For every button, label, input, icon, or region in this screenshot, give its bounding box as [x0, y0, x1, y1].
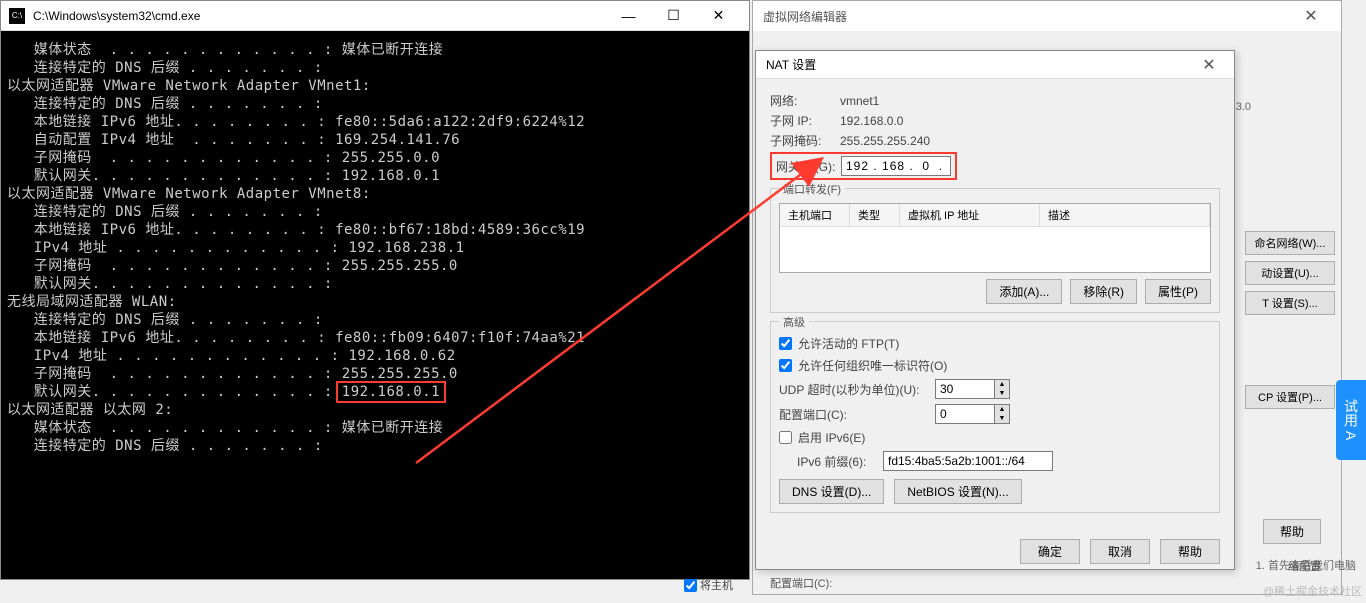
default-gateway-highlight: 192.168.0.1: [336, 381, 446, 403]
cmd-line: 媒体状态 . . . . . . . . . . . . : 媒体已断开连接: [7, 41, 743, 59]
allow-ftp-checkbox[interactable]: [779, 337, 792, 350]
tiny-text: 1. 首先查看我们电脑: [1256, 557, 1356, 573]
cmd-line: 连接特定的 DNS 后缀 . . . . . . . :: [7, 95, 743, 113]
nat-titlebar: NAT 设置 ✕: [756, 51, 1234, 79]
host-checkbox-fragment: 将主机: [684, 577, 733, 593]
cmd-window: C:\ C:\Windows\system32\cmd.exe — ☐ ✕ 媒体…: [0, 0, 750, 580]
cmd-line: 自动配置 IPv4 地址 . . . . . . . : 169.254.141…: [7, 131, 743, 149]
spin-down-icon[interactable]: ▼: [995, 389, 1009, 398]
auto-settings-button[interactable]: 动设置(U)...: [1245, 261, 1335, 285]
help-button[interactable]: 帮助: [1160, 539, 1220, 564]
cmd-line: 连接特定的 DNS 后缀 . . . . . . . :: [7, 437, 743, 455]
gateway-ip-input[interactable]: [841, 156, 951, 176]
subnet-mask-value: 255.255.255.240: [840, 134, 930, 148]
nat-settings-button[interactable]: T 设置(S)...: [1245, 291, 1335, 315]
network-value: vmnet1: [840, 94, 879, 108]
network-label: 网络:: [770, 92, 840, 109]
col-vm-ip: 虚拟机 IP 地址: [900, 204, 1040, 226]
allow-any-oid-label: 允许任何组织唯一标识符(O): [798, 357, 947, 374]
spin-down-icon[interactable]: ▼: [995, 414, 1009, 423]
vne-close-button[interactable]: ✕: [1291, 6, 1331, 26]
config-port-fragment: 配置端口(C):: [770, 575, 832, 591]
cmd-icon: C:\: [9, 8, 25, 24]
host-checkbox[interactable]: [684, 579, 697, 592]
udp-timeout-input[interactable]: [935, 379, 995, 399]
dns-settings-button[interactable]: DNS 设置(D)...: [779, 479, 884, 504]
nat-settings-dialog: NAT 设置 ✕ 网络:vmnet1 子网 IP:192.168.0.0 子网掩…: [755, 50, 1235, 570]
remove-button[interactable]: 移除(R): [1070, 279, 1137, 304]
ipv6-prefix-input[interactable]: [883, 451, 1053, 471]
nat-title: NAT 设置: [766, 56, 1194, 73]
cmd-line: 本地链接 IPv6 地址. . . . . . . . : fe80::bf67…: [7, 221, 743, 239]
udp-timeout-label: UDP 超时(以秒为单位)(U):: [779, 381, 929, 398]
vne-titlebar: 虚拟网络编辑器 ✕: [753, 1, 1341, 31]
cmd-line: IPv4 地址 . . . . . . . . . . . . : 192.16…: [7, 347, 743, 365]
cmd-line: 默认网关. . . . . . . . . . . . . : 192.168.…: [7, 383, 743, 401]
config-port-input[interactable]: [935, 404, 995, 424]
cmd-line: 子网掩码 . . . . . . . . . . . . : 255.255.2…: [7, 257, 743, 275]
enable-ipv6-label: 启用 IPv6(E): [798, 429, 865, 446]
gateway-prefix: 默认网关. . . . . . . . . . . . . :: [7, 384, 342, 400]
ok-button[interactable]: 确定: [1020, 539, 1080, 564]
cmd-line: 本地链接 IPv6 地址. . . . . . . . : fe80::5da6…: [7, 113, 743, 131]
cmd-line: 默认网关. . . . . . . . . . . . . : 192.168.…: [7, 167, 743, 185]
allow-any-oid-checkbox[interactable]: [779, 359, 792, 372]
cancel-button[interactable]: 取消: [1090, 539, 1150, 564]
subnet-ip-label: 子网 IP:: [770, 112, 840, 129]
watermark: @稀土掘金技术社区: [1263, 583, 1362, 599]
allow-ftp-label: 允许活动的 FTP(T): [798, 335, 899, 352]
close-button[interactable]: ✕: [696, 1, 741, 31]
advanced-group: 高级 允许活动的 FTP(T) 允许任何组织唯一标识符(O) UDP 超时(以秒…: [770, 321, 1220, 513]
cmd-line: 连接特定的 DNS 后缀 . . . . . . . :: [7, 203, 743, 221]
col-host-port: 主机端口: [780, 204, 850, 226]
gateway-highlight-box: 网关 IP(G):: [770, 152, 957, 180]
enable-ipv6-checkbox[interactable]: [779, 431, 792, 444]
host-label: 将主机: [700, 577, 733, 593]
spin-up-icon[interactable]: ▲: [995, 405, 1009, 414]
cmd-line: 以太网适配器 以太网 2:: [7, 401, 743, 419]
maximize-button[interactable]: ☐: [651, 1, 696, 31]
netbios-settings-button[interactable]: NetBIOS 设置(N)...: [894, 479, 1021, 504]
dhcp-settings-button[interactable]: CP 设置(P)...: [1245, 385, 1335, 409]
properties-button[interactable]: 属性(P): [1145, 279, 1211, 304]
col-description: 描述: [1040, 204, 1210, 226]
cmd-output[interactable]: 媒体状态 . . . . . . . . . . . . : 媒体已断开连接 连…: [1, 31, 749, 579]
cmd-line: 连接特定的 DNS 后缀 . . . . . . . :: [7, 311, 743, 329]
subnet-ip-value: 192.168.0.0: [840, 114, 903, 128]
cmd-line: 本地链接 IPv6 地址. . . . . . . . : fe80::fb09…: [7, 329, 743, 347]
spin-up-icon[interactable]: ▲: [995, 380, 1009, 389]
col-type: 类型: [850, 204, 900, 226]
cmd-title: C:\Windows\system32\cmd.exe: [33, 9, 606, 23]
cmd-titlebar[interactable]: C:\ C:\Windows\system32\cmd.exe — ☐ ✕: [1, 1, 749, 31]
subnet-mask-label: 子网掩码:: [770, 132, 840, 149]
cmd-line: 以太网适配器 VMware Network Adapter VMnet8:: [7, 185, 743, 203]
minimize-button[interactable]: —: [606, 1, 651, 31]
ipv6-prefix-label: IPv6 前缀(6):: [797, 453, 877, 470]
vne-help-button[interactable]: 帮助: [1263, 519, 1321, 544]
cmd-line: 媒体状态 . . . . . . . . . . . . : 媒体已断开连接: [7, 419, 743, 437]
cmd-line: 以太网适配器 VMware Network Adapter VMnet1:: [7, 77, 743, 95]
gateway-label: 网关 IP(G):: [776, 158, 841, 175]
port-forward-table[interactable]: 主机端口 类型 虚拟机 IP 地址 描述: [779, 203, 1211, 273]
add-button[interactable]: 添加(A)...: [986, 279, 1062, 304]
port-forwarding-title: 端口转发(F): [779, 181, 845, 197]
vne-title: 虚拟网络编辑器: [763, 8, 1291, 25]
port-forwarding-group: 端口转发(F) 主机端口 类型 虚拟机 IP 地址 描述 添加(A)... 移除…: [770, 188, 1220, 313]
nat-close-button[interactable]: ✕: [1194, 55, 1224, 75]
cmd-line: 无线局域网适配器 WLAN:: [7, 293, 743, 311]
side-promo-button[interactable]: 试用 A: [1336, 380, 1366, 460]
config-port-label: 配置端口(C):: [779, 406, 929, 423]
advanced-title: 高级: [779, 314, 809, 330]
cmd-line: 子网掩码 . . . . . . . . . . . . : 255.255.0…: [7, 149, 743, 167]
rename-network-button[interactable]: 命名网络(W)...: [1245, 231, 1335, 255]
cmd-line: 连接特定的 DNS 后缀 . . . . . . . :: [7, 59, 743, 77]
cmd-line: 默认网关. . . . . . . . . . . . . :: [7, 275, 743, 293]
cmd-line: IPv4 地址 . . . . . . . . . . . . : 192.16…: [7, 239, 743, 257]
